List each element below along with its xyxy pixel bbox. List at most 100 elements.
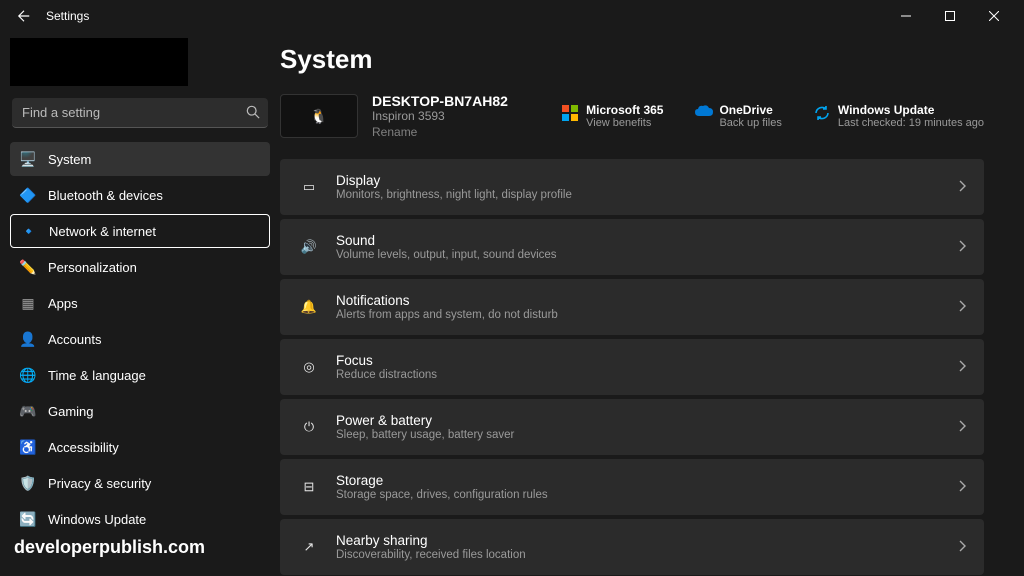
sidebar-item-label: Time & language [48,368,146,383]
network-internet-icon: 🔹 [21,223,37,239]
row-power-battery[interactable]: ⏻ Power & batterySleep, battery usage, ba… [280,399,984,455]
close-icon [989,11,999,21]
bluetooth-devices-icon: 🔷 [20,187,36,203]
chevron-right-icon [958,480,966,495]
tile-onedrive-sub: Back up files [719,117,781,129]
row-focus[interactable]: ◎ FocusReduce distractions [280,339,984,395]
sidebar-item-label: System [48,152,91,167]
ms365-icon [562,105,578,121]
tile-update-title: Windows Update [838,103,984,117]
sidebar-item-privacy-security[interactable]: 🛡️ Privacy & security [10,466,270,500]
sidebar-item-label: Network & internet [49,224,156,239]
row-title: Focus [336,353,958,368]
device-rename-link[interactable]: Rename [372,125,508,139]
user-header-redacted [10,38,188,86]
close-button[interactable] [972,2,1016,30]
bell-icon: 🔔 [298,296,320,318]
gaming-icon: 🎮 [20,403,36,419]
row-subtitle: Reduce distractions [336,369,958,381]
tile-ms365-title: Microsoft 365 [586,103,663,117]
sidebar-item-system[interactable]: 🖥️System [10,142,270,176]
sidebar-item-label: Windows Update [48,512,146,527]
sound-icon: 🔊 [298,236,320,258]
row-subtitle: Discoverability, received files location [336,549,958,561]
device-header: 🐧 DESKTOP-BN7AH82 Inspiron 3593 Rename M… [280,93,984,139]
row-subtitle: Monitors, brightness, night light, displ… [336,189,958,201]
sidebar-item-label: Apps [48,296,78,311]
back-button[interactable] [8,2,40,30]
focus-icon: ◎ [298,356,320,378]
sidebar-item-accounts[interactable]: 👤 Accounts [10,322,270,356]
chevron-right-icon [958,540,966,555]
chevron-right-icon [958,180,966,195]
tile-update[interactable]: Windows Update Last checked: 19 minutes … [814,103,984,129]
chevron-right-icon [958,300,966,315]
row-display[interactable]: ▭ DisplayMonitors, brightness, night ligh… [280,159,984,215]
settings-rows: ▭ DisplayMonitors, brightness, night ligh… [280,159,984,576]
page-title: System [280,44,984,75]
row-storage[interactable]: ⊟ StorageStorage space, drives, configura… [280,459,984,515]
maximize-button[interactable] [928,2,972,30]
update-icon [814,105,830,121]
apps-icon: ▦ [20,295,36,311]
row-title: Nearby sharing [336,533,958,548]
minimize-button[interactable] [884,2,928,30]
privacy-security-icon: 🛡️ [20,475,36,491]
chevron-right-icon [958,420,966,435]
row-title: Power & battery [336,413,958,428]
watermark: developerpublish.com [14,537,205,558]
power-icon: ⏻ [298,416,320,438]
storage-icon: ⊟ [298,476,320,498]
device-name: DESKTOP-BN7AH82 [372,93,508,109]
accounts-icon: 👤 [20,331,36,347]
window-title: Settings [46,9,89,23]
chevron-right-icon [958,240,966,255]
accessibility-icon: ♿ [20,439,36,455]
search-wrap [12,98,268,128]
sidebar-item-network-internet[interactable]: 🔹 Network & internet [10,214,270,248]
sidebar-item-personalization[interactable]: ✏️ Personalization [10,250,270,284]
row-notifications[interactable]: 🔔 NotificationsAlerts from apps and syste… [280,279,984,335]
row-title: Sound [336,233,958,248]
sidebar-item-windows-update[interactable]: 🔄 Windows Update [10,502,270,536]
sidebar-item-accessibility[interactable]: ♿Accessibility [10,430,270,464]
tile-ms365-sub: View benefits [586,117,663,129]
minimize-icon [901,11,911,21]
search-icon [246,105,260,122]
row-subtitle: Alerts from apps and system, do not dist… [336,309,958,321]
onedrive-icon [695,105,711,121]
arrow-left-icon [17,9,31,23]
personalization-icon: ✏️ [20,259,36,275]
row-subtitle: Volume levels, output, input, sound devi… [336,249,958,261]
sidebar-item-label: Personalization [48,260,137,275]
row-subtitle: Storage space, drives, configuration rul… [336,489,958,501]
windows-update-icon: 🔄 [20,511,36,527]
row-title: Display [336,173,958,188]
row-title: Notifications [336,293,958,308]
tile-onedrive-title: OneDrive [719,103,781,117]
titlebar: Settings [0,0,1024,32]
sidebar-item-label: Privacy & security [48,476,151,491]
row-title: Storage [336,473,958,488]
share-icon: ↗ [298,536,320,558]
sidebar-item-gaming[interactable]: 🎮 Gaming [10,394,270,428]
device-model: Inspiron 3593 [372,109,508,123]
sidebar-item-label: Bluetooth & devices [48,188,163,203]
time-language-icon: 🌐 [20,367,36,383]
nav-list: 🖥️System 🔷 Bluetooth & devices 🔹 Network & i… [10,142,270,536]
sidebar-item-time-language[interactable]: 🌐 Time & language [10,358,270,392]
sidebar-item-bluetooth-devices[interactable]: 🔷 Bluetooth & devices [10,178,270,212]
row-nearby-sharing[interactable]: ↗ Nearby sharingDiscoverability, received… [280,519,984,575]
row-sound[interactable]: 🔊 SoundVolume levels, output, input, soun… [280,219,984,275]
row-subtitle: Sleep, battery usage, battery saver [336,429,958,441]
sidebar: 🖥️System 🔷 Bluetooth & devices 🔹 Network & i… [0,32,280,576]
sidebar-item-label: Accounts [48,332,101,347]
device-image: 🐧 [280,94,358,138]
chevron-right-icon [958,360,966,375]
tile-ms365[interactable]: Microsoft 365 View benefits [562,103,663,129]
sidebar-item-apps[interactable]: ▦ Apps [10,286,270,320]
display-icon: ▭ [298,176,320,198]
tile-onedrive[interactable]: OneDrive Back up files [695,103,781,129]
sidebar-item-label: Gaming [48,404,94,419]
search-input[interactable] [12,98,268,128]
